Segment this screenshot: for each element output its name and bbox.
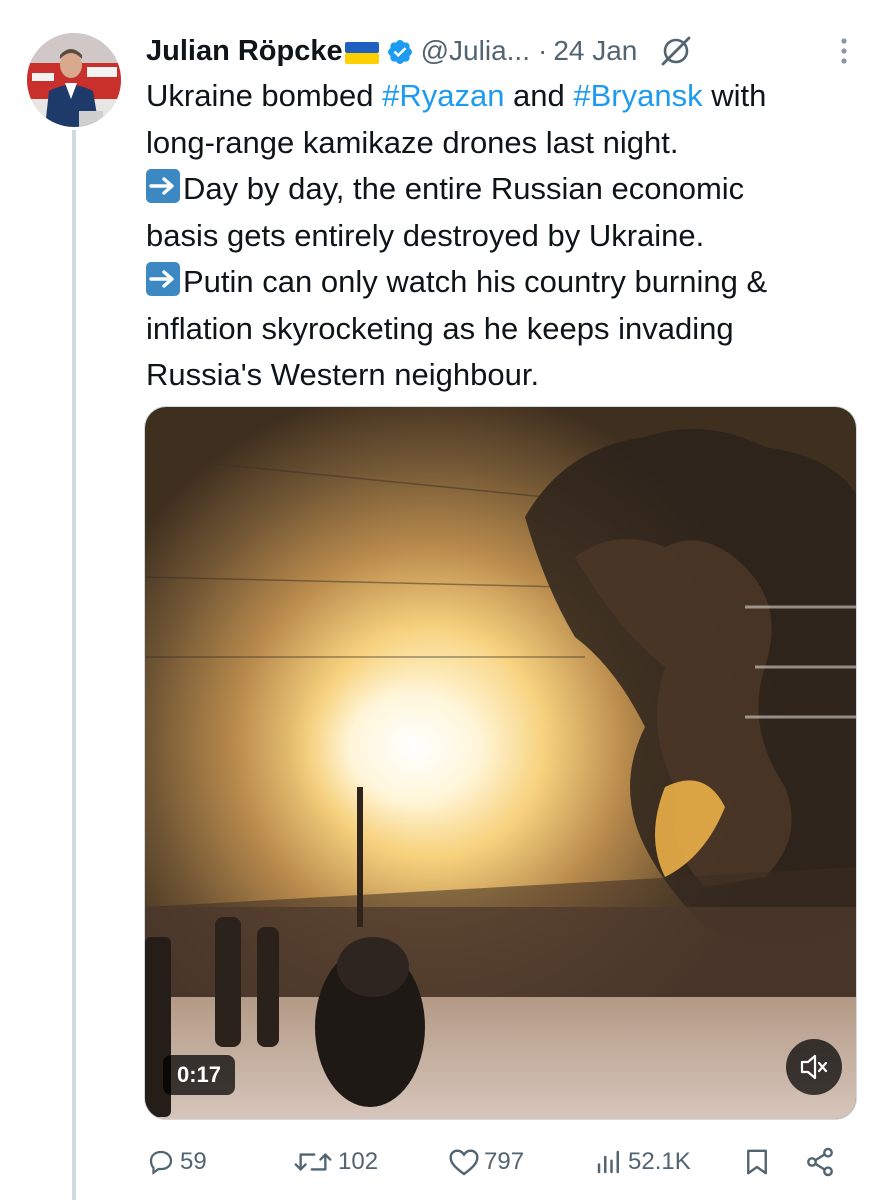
tweet-text-segment: Ukraine bombed <box>146 78 383 113</box>
tweet-text-line: Russia's Western neighbour. <box>146 352 871 399</box>
share-button[interactable] <box>804 1140 836 1184</box>
like-button[interactable]: 797 <box>448 1140 524 1184</box>
tweet[interactable]: Julian Röpcke @Julia... · 24 Jan Ukraine… <box>0 0 885 1200</box>
action-bar: 59 102 797 52.1K <box>146 1140 846 1184</box>
separator-dot: · <box>537 35 548 66</box>
more-vertical-icon[interactable] <box>838 35 850 67</box>
author-name[interactable]: Julian Röpcke <box>146 35 343 68</box>
tweet-text-segment: inflation skyrocketing as he keeps invad… <box>146 310 734 346</box>
heart-icon <box>449 1149 479 1176</box>
tweet-text: Ukraine bombed #Ryazan and #Bryansk with… <box>146 73 871 399</box>
author-handle[interactable]: @Julia... <box>421 35 530 67</box>
right-arrow-emoji-icon <box>146 262 180 296</box>
repost-button[interactable]: 102 <box>292 1140 378 1184</box>
video-player[interactable]: 0:17 <box>144 406 857 1120</box>
tweet-text-line: Putin can only watch his country burning… <box>146 259 871 306</box>
bookmark-icon <box>747 1149 767 1175</box>
avatar[interactable] <box>27 33 121 127</box>
tweet-text-segment: basis gets entirely destroyed by Ukraine… <box>146 217 705 253</box>
tweet-date[interactable]: 24 Jan <box>553 35 637 67</box>
reply-icon <box>149 1150 173 1175</box>
video-duration: 0:17 <box>163 1055 236 1095</box>
views-button[interactable]: 52.1K <box>594 1140 691 1184</box>
thread-line <box>72 130 76 1200</box>
mute-button[interactable] <box>786 1039 842 1095</box>
views-count: 52.1K <box>628 1148 691 1175</box>
tweet-text-segment: and <box>504 78 574 113</box>
tweet-header: Julian Röpcke @Julia... · 24 Jan <box>146 29 876 73</box>
share-icon <box>807 1147 833 1177</box>
tweet-text-line: Ukraine bombed #Ryazan and #Bryansk with <box>146 73 871 120</box>
video-frame <box>145 407 856 1119</box>
repost-count: 102 <box>338 1148 379 1175</box>
tweet-text-line: basis gets entirely destroyed by Ukraine… <box>146 213 871 260</box>
tweet-text-line: inflation skyrocketing as he keeps invad… <box>146 306 871 353</box>
tweet-text-segment: Putin can only watch his country burning… <box>183 264 768 299</box>
reply-count: 59 <box>180 1148 207 1175</box>
like-count: 797 <box>484 1148 525 1175</box>
verified-badge-icon[interactable] <box>386 38 414 66</box>
hashtag-link[interactable]: #Ryazan <box>382 78 504 113</box>
bookmark-button[interactable] <box>742 1140 772 1184</box>
avatar-image <box>27 33 121 127</box>
speaker-muted-icon <box>800 1054 828 1080</box>
ukraine-flag-icon <box>344 42 379 64</box>
reply-button[interactable]: 59 <box>146 1140 207 1184</box>
repost-icon <box>294 1153 332 1171</box>
views-icon <box>597 1150 619 1174</box>
tweet-text-segment: Day by day, the entire Russian economic <box>183 171 745 206</box>
grok-icon[interactable] <box>659 34 693 68</box>
tweet-text-line: Day by day, the entire Russian economic <box>146 166 871 213</box>
right-arrow-emoji-icon <box>146 169 180 203</box>
hashtag-link[interactable]: #Bryansk <box>573 78 702 113</box>
tweet-text-segment: long-range kamikaze drones last night. <box>146 124 679 160</box>
tweet-text-segment: with <box>702 78 767 113</box>
tweet-text-line: long-range kamikaze drones last night. <box>146 120 871 167</box>
tweet-text-segment: Russia's Western neighbour. <box>146 357 540 392</box>
